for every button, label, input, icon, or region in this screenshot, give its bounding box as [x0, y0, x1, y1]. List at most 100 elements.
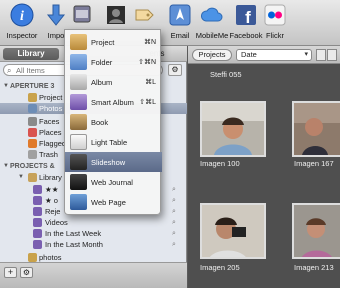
photo-thumbnail[interactable]	[200, 203, 266, 259]
smart-album-icon	[33, 185, 42, 194]
menu-item-slideshow[interactable]: Slideshow	[65, 152, 162, 172]
sidebar-item-label: Videos	[45, 218, 68, 227]
menu-item-light-table[interactable]: Light Table	[65, 132, 162, 152]
slideshow-icon	[70, 154, 87, 170]
menu-item-project[interactable]: Project ⌘N	[65, 32, 162, 52]
places-pin-icon	[28, 128, 37, 137]
photo-image	[202, 205, 264, 257]
menu-item-label: Web Page	[91, 198, 126, 207]
menu-item-label: Project	[91, 38, 115, 47]
grid-view-button[interactable]	[327, 49, 337, 61]
menu-item-label: Web Journal	[91, 178, 133, 187]
sidebar-item-label: In the Last Month	[45, 240, 103, 249]
section-projects-label: PROJECTS &	[10, 163, 55, 170]
photo-thumbnail[interactable]	[292, 203, 340, 259]
menu-item-label: Smart Album	[91, 98, 134, 107]
menu-item-label: Album	[91, 78, 113, 87]
photo-caption: Imagen 213	[294, 263, 334, 272]
sidebar-item-label: Photos	[39, 104, 63, 113]
menu-item-shortcut: ⇧⌘L	[139, 99, 156, 106]
trash-icon	[28, 150, 37, 159]
photo-image	[294, 205, 340, 257]
sidebar-item-last-month[interactable]: In the Last Month ⌕	[0, 239, 187, 250]
sidebar-item-label: Faces	[39, 117, 60, 126]
cloud-icon	[200, 7, 223, 22]
photo-thumbnail[interactable]	[292, 101, 340, 157]
faces-icon	[28, 117, 37, 126]
sidebar-item-label: Trash	[39, 150, 58, 159]
browser-toolbar: Projects Date ▾	[188, 46, 340, 64]
sidebar-item-label: Flagged	[39, 139, 67, 148]
menu-item-web-page[interactable]: Web Page	[65, 192, 162, 212]
sidebar-item-label: In the Last Week	[45, 229, 102, 238]
flickr-icon	[264, 4, 286, 26]
search-icon: ⌕	[7, 66, 12, 75]
email-icon	[169, 4, 191, 26]
sort-select-value: Date	[241, 50, 257, 59]
sidebar-item-label: ★ o	[45, 196, 58, 205]
sidebar-item-label: Places	[39, 128, 62, 137]
projects-button[interactable]: Projects	[192, 49, 232, 61]
smart-album-icon	[33, 240, 42, 249]
menu-item-web-journal[interactable]: Web Journal	[65, 172, 162, 192]
menu-item-shortcut: ⌘N	[143, 39, 156, 46]
tab-library[interactable]: Library	[3, 48, 59, 60]
project-icon	[28, 253, 37, 262]
smart-album-icon	[33, 218, 42, 227]
disclosure-triangle-icon: ▼	[3, 83, 9, 89]
sidebar-item-label: Project	[39, 93, 63, 102]
menu-item-label: Book	[91, 118, 109, 127]
gear-icon: ⚙	[22, 268, 31, 277]
photo-browser: Projects Date ▾ Steffi 055 Imagen 100 Im…	[188, 46, 340, 288]
smart-album-icon	[33, 229, 42, 238]
plus-icon: +	[7, 267, 14, 277]
list-view-button[interactable]	[316, 49, 326, 61]
menu-item-shortcut: ⌘L	[145, 79, 156, 86]
toolbar: i Inspector Impo Email MobileMe f Facebo…	[0, 0, 340, 46]
sidebar-item-label: ★★	[45, 185, 59, 194]
project-icon	[70, 34, 87, 50]
photo-image	[294, 103, 340, 155]
web-page-icon	[70, 194, 87, 210]
search-icon: ⌕	[172, 186, 176, 193]
disclosure-triangle-icon: ▼	[3, 163, 9, 169]
menu-item-album[interactable]: Album ⌘L	[65, 72, 162, 92]
smart-album-icon	[33, 207, 42, 216]
sidebar-item-label: Reje	[45, 207, 61, 216]
keywords-button[interactable]	[124, 3, 164, 27]
menu-item-label: Slideshow	[91, 158, 126, 167]
action-menu-button[interactable]: ⚙	[20, 267, 33, 278]
smart-album-icon	[33, 196, 42, 205]
section-aperture-label: APERTURE 3	[10, 83, 55, 90]
chevron-down-icon: ▾	[304, 51, 308, 58]
web-journal-icon	[70, 174, 87, 190]
new-item-menu: Project ⌘N Folder ⇧⌘N Album ⌘L Smart Alb…	[64, 29, 162, 215]
info-icon: i	[10, 3, 34, 27]
sidebar-item-last-week[interactable]: In the Last Week ⌕	[0, 228, 187, 239]
sidebar-item-videos[interactable]: Videos ⌕	[0, 217, 187, 228]
folder-icon	[70, 54, 87, 70]
sidebar-footer: + ⚙	[0, 262, 187, 288]
menu-item-book[interactable]: Book	[65, 112, 162, 132]
add-button[interactable]: +	[4, 267, 17, 278]
search-options-button[interactable]: ⚙	[168, 64, 182, 76]
flickr-label: Flickr	[266, 31, 284, 40]
search-icon: ⌕	[172, 230, 176, 237]
photos-icon	[28, 104, 37, 113]
smart-album-icon	[70, 94, 87, 110]
gear-icon: ⚙	[171, 65, 179, 74]
svg-text:f: f	[245, 8, 251, 27]
photo-caption: Imagen 205	[200, 263, 240, 272]
flickr-button[interactable]: Flickr	[255, 3, 295, 40]
menu-item-label: Light Table	[91, 138, 128, 147]
sidebar-item-label: Library	[39, 173, 62, 182]
search-icon: ⌕	[172, 219, 176, 226]
sort-select[interactable]: Date ▾	[236, 49, 312, 61]
menu-item-shortcut: ⇧⌘N	[138, 59, 156, 66]
photo-image	[202, 103, 264, 155]
menu-item-smart-album[interactable]: Smart Album ⇧⌘L	[65, 92, 162, 112]
album-icon	[70, 74, 87, 90]
photo-thumbnail[interactable]	[200, 101, 266, 157]
svg-text:i: i	[20, 9, 24, 24]
menu-item-folder[interactable]: Folder ⇧⌘N	[65, 52, 162, 72]
